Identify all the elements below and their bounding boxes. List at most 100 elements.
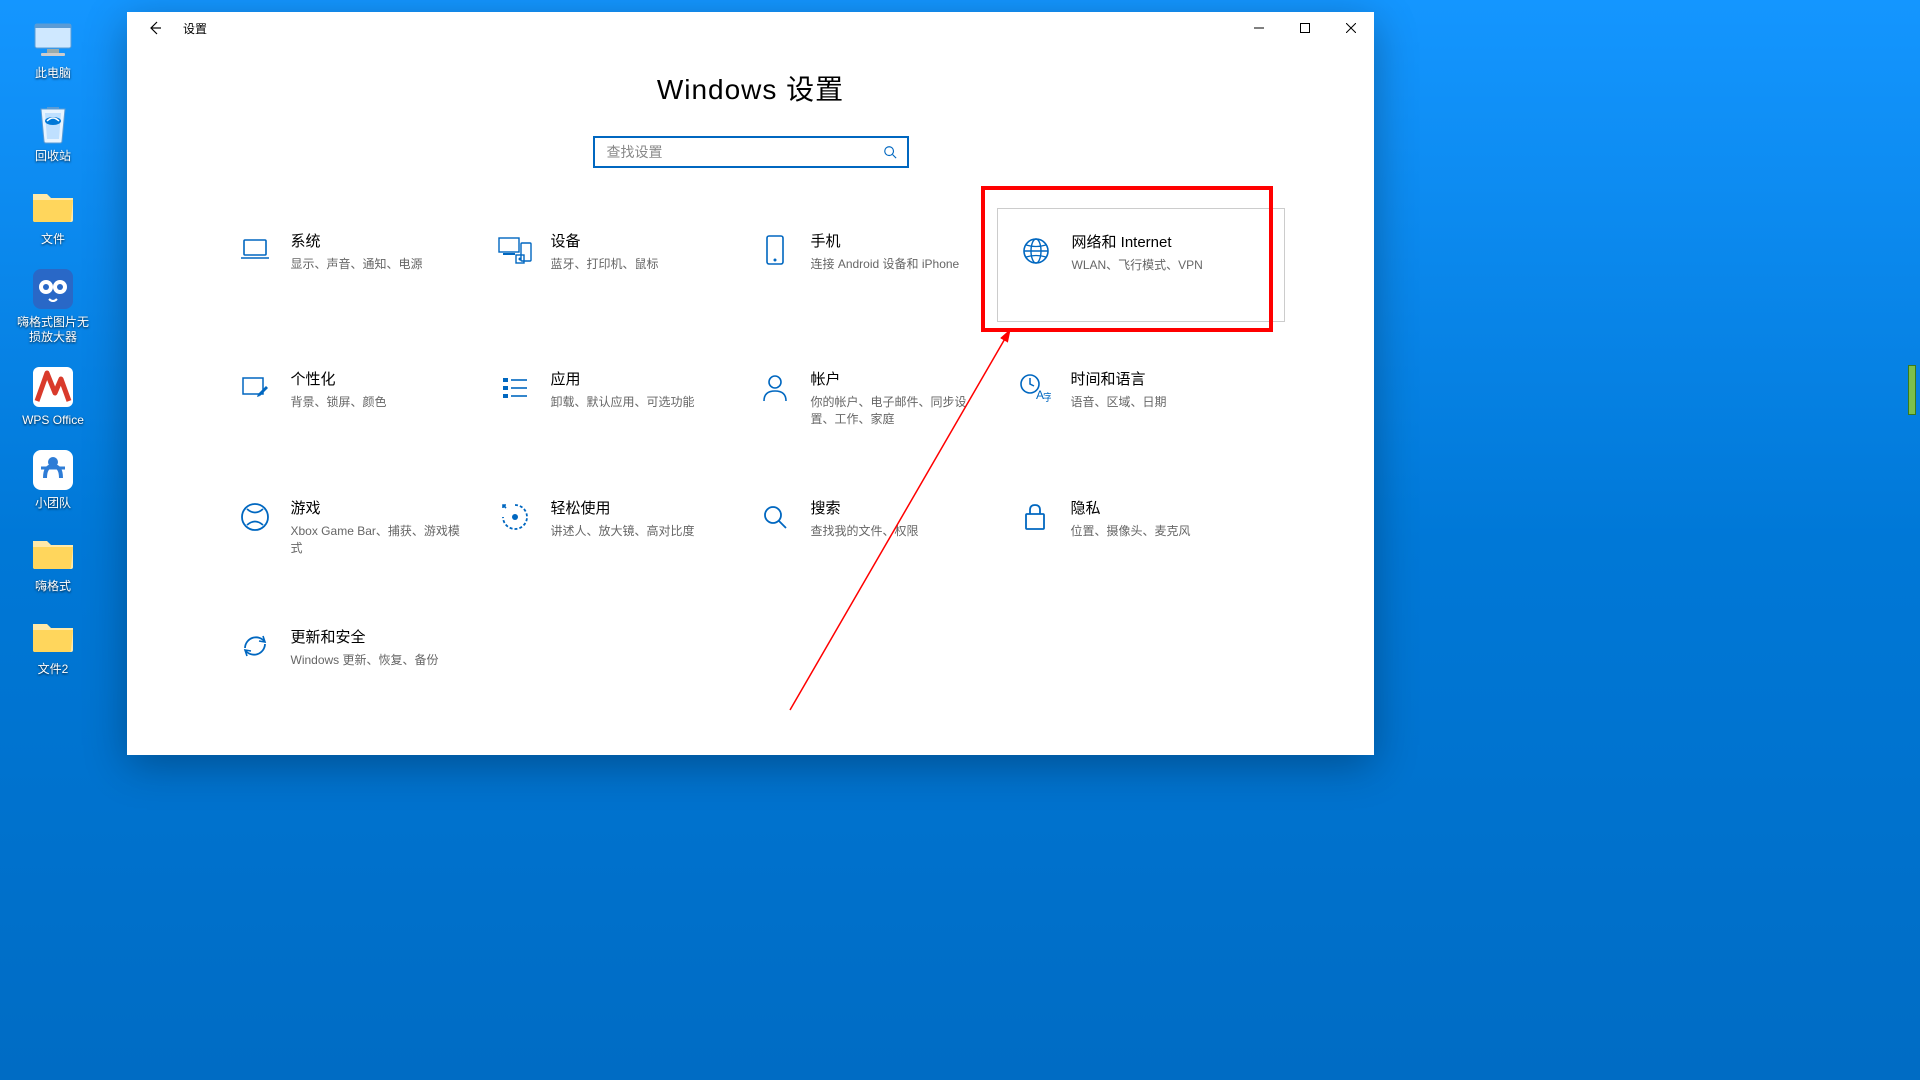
desktop-icon-label: 回收站 [35,149,71,164]
window-controls [1236,12,1374,44]
category-desc: 显示、声音、通知、电源 [291,256,423,273]
category-phone[interactable]: 手机连接 Android 设备和 iPhone [751,226,1011,304]
category-title: 游戏 [291,499,461,519]
back-button[interactable] [139,12,171,44]
desktop: 此电脑回收站文件嗨格式图片无损放大器 WPS Office 小团队嗨格式文件2 设置… [0,0,1920,1080]
category-text: 更新和安全 Windows 更新、恢复、备份 [291,628,439,668]
desktop-icon-2[interactable]: 文件 [16,184,90,247]
category-gaming[interactable]: 游戏 Xbox Game Bar、捕获、游戏模式 [231,493,491,562]
pc-icon [31,18,75,62]
apps-icon [497,370,533,406]
category-title: 轻松使用 [551,499,695,519]
desktop-icon-label: 嗨格式图片无损放大器 [16,315,90,345]
category-text: 隐私位置、摄像头、麦克风 [1071,499,1191,556]
category-time[interactable]: A字时间和语言语音、区域、日期 [1011,364,1271,433]
desktop-icons: 此电脑回收站文件嗨格式图片无损放大器 WPS Office 小团队嗨格式文件2 [16,18,90,677]
maximize-button[interactable] [1282,12,1328,44]
category-title: 手机 [811,232,960,252]
search-icon [757,499,793,535]
category-devices[interactable]: 设备蓝牙、打印机、鼠标 [491,226,751,304]
category-title: 系统 [291,232,423,252]
category-desc: 蓝牙、打印机、鼠标 [551,256,659,273]
category-desc: 语音、区域、日期 [1071,394,1167,411]
category-text: 网络和 InternetWLAN、飞行模式、VPN [1072,233,1203,273]
desktop-icon-3[interactable]: 嗨格式图片无损放大器 [16,267,90,345]
category-desc: 卸载、默认应用、可选功能 [551,394,695,411]
right-edge-indicator [1908,365,1916,415]
desktop-icon-6[interactable]: 嗨格式 [16,531,90,594]
desktop-icon-4[interactable]: WPS Office [16,365,90,428]
category-privacy[interactable]: 隐私位置、摄像头、麦克风 [1011,493,1271,562]
desktop-icon-5[interactable]: 小团队 [16,448,90,511]
category-desc: 背景、锁屏、颜色 [291,394,387,411]
category-text: 应用卸载、默认应用、可选功能 [551,370,695,427]
category-grid: 系统显示、声音、通知、电源 设备蓝牙、打印机、鼠标 手机连接 Android 设备和… [127,226,1374,675]
desktop-icon-label: 文件 [41,232,65,247]
folder-icon [31,614,75,658]
settings-window: 设置 Windows 设置 系统显示、声音、通知、电源设备蓝牙、打印机、鼠标手机… [127,12,1374,755]
folder-icon [31,531,75,575]
search-input[interactable] [605,143,883,161]
category-title: 个性化 [291,370,387,390]
time-lang-icon: A字 [1017,370,1053,406]
category-desc: 位置、摄像头、麦克风 [1071,523,1191,540]
app-title: 设置 [183,20,207,37]
desktop-icon-0[interactable]: 此电脑 [16,18,90,81]
settings-content: Windows 设置 系统显示、声音、通知、电源设备蓝牙、打印机、鼠标手机连接 … [127,44,1374,675]
category-desc: 你的帐户、电子邮件、同步设置、工作、家庭 [811,394,981,428]
category-desc: Windows 更新、恢复、备份 [291,652,439,669]
phone-icon [757,232,793,268]
bin-icon [31,101,75,145]
pen-icon [237,370,273,406]
search-wrap [127,136,1374,168]
app-owl-icon [31,267,75,311]
titlebar: 设置 [127,12,1374,44]
desktop-icon-7[interactable]: 文件2 [16,614,90,677]
sync-icon [237,628,273,664]
category-network-card[interactable]: 网络和 InternetWLAN、飞行模式、VPN [997,208,1285,322]
category-text: 游戏 Xbox Game Bar、捕获、游戏模式 [291,499,461,556]
minimize-button[interactable] [1236,12,1282,44]
category-desc: 连接 Android 设备和 iPhone [811,256,960,273]
category-title: 更新和安全 [291,628,439,648]
category-text: 手机连接 Android 设备和 iPhone [811,232,960,298]
category-title: 隐私 [1071,499,1191,519]
laptop-icon [237,232,273,268]
category-desc: Xbox Game Bar、捕获、游戏模式 [291,523,461,557]
category-text: 轻松使用讲述人、放大镜、高对比度 [551,499,695,556]
desktop-icon-label: 此电脑 [35,66,71,81]
category-ease[interactable]: 轻松使用讲述人、放大镜、高对比度 [491,493,751,562]
category-desc: 查找我的文件、权限 [811,523,919,540]
person-icon [757,370,793,406]
devices-icon [497,232,533,268]
category-apps[interactable]: 应用卸载、默认应用、可选功能 [491,364,751,433]
category-title: 搜索 [811,499,919,519]
close-button[interactable] [1328,12,1374,44]
category-text: 时间和语言语音、区域、日期 [1071,370,1167,427]
category-title: 设备 [551,232,659,252]
folder-icon [31,184,75,228]
category-title: 网络和 Internet [1072,233,1203,253]
xbox-icon [237,499,273,535]
category-text: 个性化背景、锁屏、颜色 [291,370,387,427]
category-accounts[interactable]: 帐户你的帐户、电子邮件、同步设置、工作、家庭 [751,364,1011,433]
category-text: 设备蓝牙、打印机、鼠标 [551,232,659,298]
search-box[interactable] [593,136,909,168]
category-update[interactable]: 更新和安全 Windows 更新、恢复、备份 [231,622,491,674]
desktop-icon-label: WPS Office [22,413,84,428]
desktop-icon-label: 小团队 [35,496,71,511]
category-network[interactable]: 网络和 InternetWLAN、飞行模式、VPN [1012,227,1270,279]
category-text: 帐户你的帐户、电子邮件、同步设置、工作、家庭 [811,370,981,427]
category-text: 系统显示、声音、通知、电源 [291,232,423,298]
category-personalization[interactable]: 个性化背景、锁屏、颜色 [231,364,491,433]
desktop-icon-label: 嗨格式 [35,579,71,594]
category-desc: 讲述人、放大镜、高对比度 [551,523,695,540]
desktop-icon-1[interactable]: 回收站 [16,101,90,164]
category-title: 应用 [551,370,695,390]
category-system[interactable]: 系统显示、声音、通知、电源 [231,226,491,304]
ease-icon [497,499,533,535]
category-search[interactable]: 搜索查找我的文件、权限 [751,493,1011,562]
team-icon [31,448,75,492]
lock-icon [1017,499,1053,535]
globe-icon [1018,233,1054,269]
